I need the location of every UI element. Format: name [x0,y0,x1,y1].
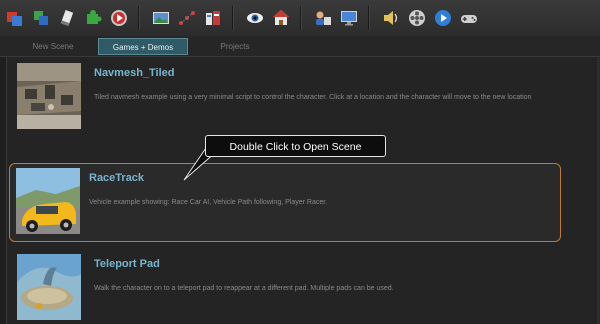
scene-description: Tiled navmesh example using a very minim… [94,94,532,101]
toolbar-separator [232,6,234,30]
layers-icon[interactable] [30,7,52,29]
eye-icon[interactable] [244,7,266,29]
toolbar-separator [368,6,370,30]
scene-thumbnail [17,63,81,129]
user-icon[interactable] [312,7,334,29]
puzzle-icon[interactable] [82,7,104,29]
scene-item-racetrack[interactable]: RaceTrack Vehicle example showing: Race … [9,163,561,242]
scene-title: RaceTrack [89,172,145,184]
scene-thumbnail [16,168,80,234]
path-icon[interactable] [176,7,198,29]
tab-new-scene[interactable]: New Scene [8,38,98,55]
tooltip-callout: Double Click to Open Scene [205,135,386,157]
tab-games-demos[interactable]: Games + Demos [98,38,188,55]
image-icon[interactable] [150,7,172,29]
toolbar-separator [300,6,302,30]
monitor-icon[interactable] [338,7,360,29]
play-icon[interactable] [432,7,454,29]
scene-list: Navmesh_Tiled Tiled navmesh example usin… [6,57,600,324]
scene-title: Navmesh_Tiled [94,67,175,79]
record-icon[interactable] [108,7,130,29]
scene-item-navmesh-tiled[interactable]: Navmesh_Tiled Tiled navmesh example usin… [11,57,600,135]
scene-description: Walk the character on to a teleport pad … [94,285,394,292]
scene-thumbnail [17,254,81,320]
scene-icon[interactable] [4,7,26,29]
scene-title: Teleport Pad [94,258,160,270]
building-icon[interactable] [202,7,224,29]
tab-projects[interactable]: Projects [190,38,280,55]
scene-description: Vehicle example showing: Race Car AI, Ve… [89,199,328,206]
home-icon[interactable] [270,7,292,29]
scene-item-teleport-pad[interactable]: Teleport Pad Walk the character on to a … [11,248,600,324]
film-icon[interactable] [406,7,428,29]
scene-tab-bar: New Scene Games + Demos Projects [0,36,600,57]
gamepad-icon[interactable] [458,7,480,29]
main-toolbar [0,0,600,37]
volume-icon[interactable] [380,7,402,29]
script-icon[interactable] [56,7,78,29]
toolbar-separator [138,6,140,30]
